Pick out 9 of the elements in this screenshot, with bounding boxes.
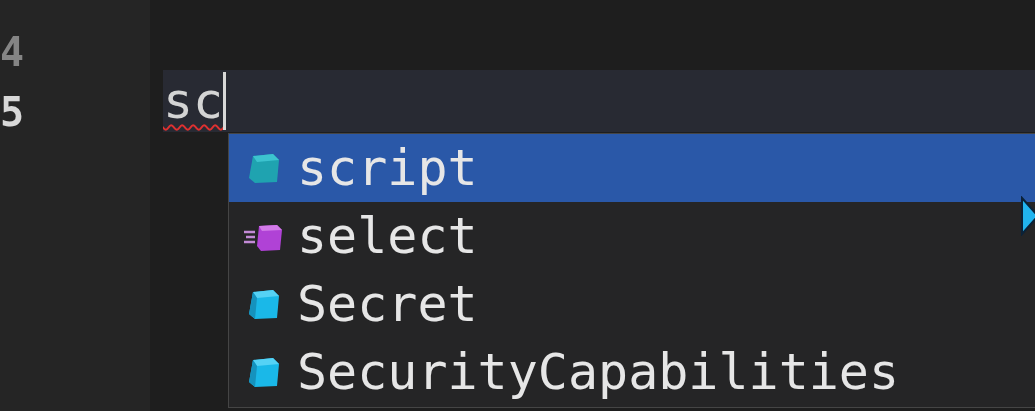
suggestion-item[interactable]: Secret [229, 270, 1035, 338]
suggestion-item[interactable]: select [229, 202, 1035, 270]
typed-text: sc [163, 71, 224, 131]
line-number: 5 [0, 88, 26, 137]
suggestion-item[interactable]: script [229, 134, 1035, 202]
mouse-pointer-icon [1020, 196, 1035, 236]
suggestion-item[interactable]: SecurityCapabilities [229, 338, 1035, 406]
text-cursor [223, 72, 227, 130]
line-number: 4 [0, 28, 26, 77]
